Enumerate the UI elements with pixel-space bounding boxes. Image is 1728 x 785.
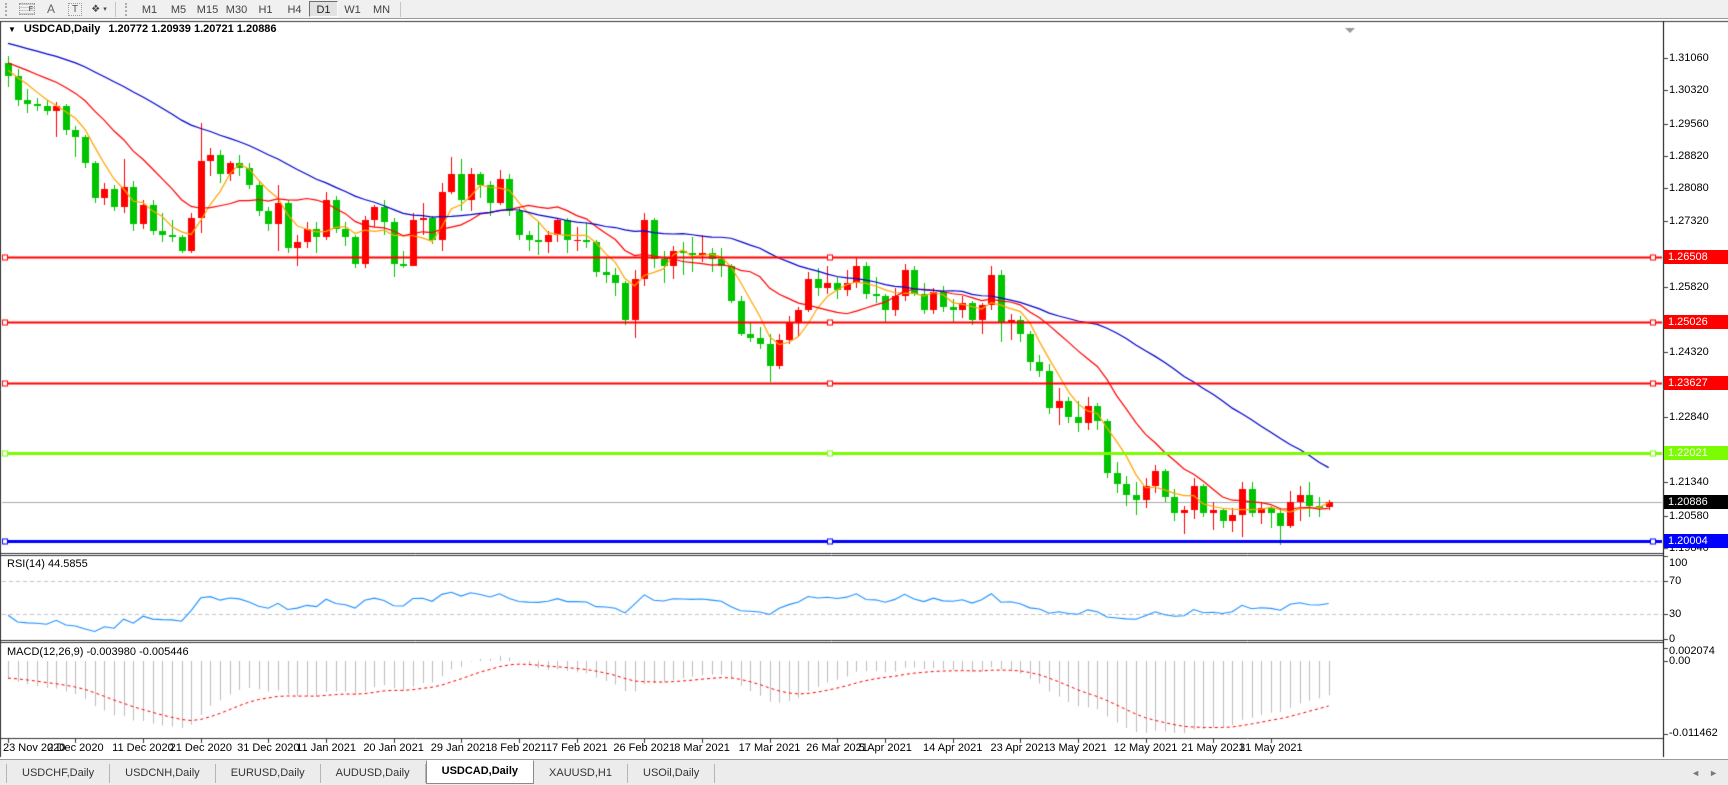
chart-tabs: USDCHF,Daily USDCNH,Daily EURUSD,Daily AUDU…	[0, 760, 716, 784]
rsi-axis-label: 30	[1669, 608, 1682, 621]
timeframe-button-m15[interactable]: M15	[193, 1, 222, 17]
date-axis-label: 17 Mar 2021	[738, 742, 801, 754]
timeframe-button-m1[interactable]: M1	[135, 1, 164, 17]
timeframe-button-m30[interactable]: M30	[222, 1, 251, 17]
rsi-axis-label: 100	[1669, 557, 1688, 569]
text-tool-icon: T	[67, 2, 83, 16]
shapes-tool-button[interactable]: ❖ ▾	[87, 1, 111, 18]
price-axis-label: 1.25820	[1669, 280, 1709, 293]
tab-usdchf-daily[interactable]: USDCHF,Daily	[6, 763, 111, 783]
date-axis-label: 5 Apr 2021	[858, 742, 912, 754]
timeframes-group: M1 M5 M15 M30 H1 H4 D1 W1 MN	[135, 1, 396, 17]
timeframe-button-m5[interactable]: M5	[164, 1, 193, 17]
chart-ohlc-values: 1.20772 1.20939 1.20721 1.20886	[108, 23, 277, 35]
rsi-indicator-label: RSI(14) 44.5855	[7, 558, 88, 570]
macd-axis-label: -0.011462	[1669, 727, 1718, 739]
chart-tab-bar: USDCHF,Daily USDCNH,Daily EURUSD,Daily AUDU…	[0, 759, 1728, 785]
date-axis-label: 11 Dec 2020	[112, 742, 174, 754]
top-toolbar: F A T ❖ ▾ M1 M5 M15 M30 H1 H4 D1 W1 MN	[0, 0, 1728, 19]
date-axis-label: 11 Jan 2021	[296, 742, 356, 754]
date-axis-label: 8 Feb 2021	[491, 742, 547, 754]
timeframe-button-w1[interactable]: W1	[338, 1, 367, 17]
fibonacci-tool-icon: F	[19, 3, 35, 15]
tab-eurusd-daily[interactable]: EURUSD,Daily	[216, 763, 321, 783]
date-axis-label: 20 Jan 2021	[363, 742, 424, 754]
timeframe-button-mn[interactable]: MN	[367, 1, 396, 17]
macd-indicator-label: MACD(12,26,9) -0.003980 -0.005446	[7, 646, 189, 658]
timeframe-button-h4[interactable]: H4	[280, 1, 309, 17]
rsi-axis-label: 70	[1669, 574, 1682, 587]
date-axis-label: 21 Dec 2020	[169, 742, 232, 754]
tab-xauusd-h1[interactable]: XAUUSD,H1	[534, 763, 628, 783]
current-price-badge: 1.20886	[1664, 495, 1728, 510]
tab-usoil-daily[interactable]: USOil,Daily	[628, 763, 716, 783]
text-tool-button[interactable]: T	[63, 1, 87, 18]
text-label-tool-button[interactable]: A	[39, 1, 63, 18]
date-axis-label: 26 Feb 2021	[613, 742, 676, 754]
price-axis-label: 1.22840	[1669, 410, 1709, 423]
toolbar-separator	[115, 1, 116, 17]
date-axis-label: 17 Feb 2021	[545, 742, 608, 754]
price-level-badge: 1.25026	[1664, 314, 1728, 329]
chart-canvas[interactable]	[0, 0, 1728, 785]
tab-scroll-arrows: ◄ ►	[1682, 768, 1718, 778]
price-level-badge: 1.22021	[1664, 445, 1728, 460]
date-axis-label: 29 Jan 2021	[430, 742, 492, 754]
price-axis-label: 1.24320	[1669, 346, 1709, 359]
date-axis-label: 2 Dec 2020	[47, 742, 104, 754]
chart-menu-arrow-icon[interactable]: ▼	[8, 24, 16, 35]
tab-usdcad-daily[interactable]: USDCAD,Daily	[425, 760, 535, 784]
price-level-badge: 1.23627	[1664, 375, 1728, 390]
tab-audusd-daily[interactable]: AUDUSD,Daily	[321, 763, 426, 783]
price-axis-label: 1.30320	[1669, 84, 1709, 97]
date-axis-label: 12 May 2021	[1113, 742, 1178, 754]
date-axis-label: 8 Mar 2021	[674, 742, 730, 754]
date-axis-label: 23 Apr 2021	[990, 742, 1050, 754]
date-axis-label: 31 May 2021	[1239, 742, 1303, 754]
timeframe-button-d1[interactable]: D1	[309, 1, 338, 17]
chart-title: ▼ USDCAD,Daily 1.20772 1.20939 1.20721 1…	[8, 23, 277, 35]
toolbar-separator	[400, 1, 401, 17]
date-axis-label: 31 Dec 2020	[237, 742, 300, 754]
price-level-badge: 1.20004	[1664, 533, 1728, 548]
price-axis-label: 1.20580	[1669, 509, 1709, 522]
price-axis-label: 1.29560	[1669, 117, 1709, 130]
price-axis-label: 1.28080	[1669, 182, 1709, 195]
price-axis-label: 1.28820	[1669, 149, 1709, 162]
tab-scroll-left-icon[interactable]: ◄	[1691, 768, 1700, 778]
mt4-terminal: F A T ❖ ▾ M1 M5 M15 M30 H1 H4 D1 W1 MN ▼ USDCAD,Dail…	[0, 0, 1728, 785]
fibonacci-tool-button[interactable]: F	[15, 1, 39, 18]
chevron-down-icon: ▾	[103, 6, 107, 13]
date-axis-label: 14 Apr 2021	[923, 742, 983, 754]
date-axis-label: 3 May 2021	[1049, 742, 1107, 754]
text-label-tool-icon: A	[46, 2, 55, 16]
toolbar-grip[interactable]	[125, 2, 130, 16]
tab-usdcnh-daily[interactable]: USDCNH,Daily	[110, 763, 216, 783]
tab-scroll-right-icon[interactable]: ►	[1709, 768, 1718, 778]
date-axis-label: 21 May 2021	[1181, 742, 1245, 754]
toolbar-grip[interactable]	[5, 2, 10, 16]
price-level-badge: 1.26508	[1664, 249, 1728, 264]
timeframe-button-h1[interactable]: H1	[251, 1, 280, 17]
chart-symbol-period: USDCAD,Daily	[23, 23, 101, 35]
drawing-tools-group: F A T ❖ ▾	[15, 1, 111, 18]
price-axis-label: 1.31060	[1669, 52, 1709, 64]
macd-axis-label: 0.00	[1669, 655, 1691, 667]
shapes-tool-icon: ❖	[91, 3, 101, 15]
price-axis-label: 1.27320	[1669, 215, 1709, 228]
price-axis-label: 1.21340	[1669, 476, 1709, 489]
